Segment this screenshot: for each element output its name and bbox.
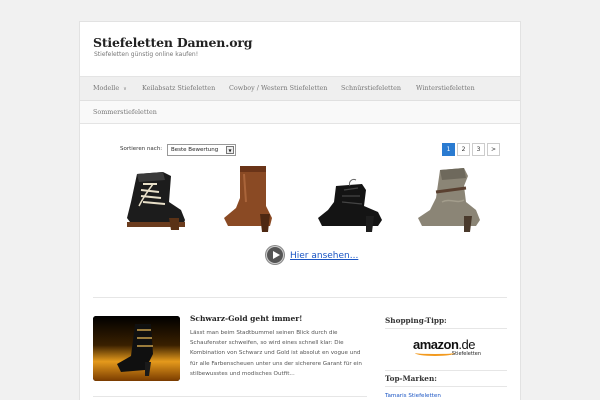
amazon-sublabel: Stiefeletten [451, 351, 481, 357]
site-title[interactable]: Stiefeletten Damen.org [93, 35, 252, 50]
site-description: Stiefeletten günstig online kaufen! [94, 51, 199, 58]
nav-item-modelle[interactable]: Modelle ∨ [93, 84, 127, 92]
post-title[interactable]: Schwarz-Gold geht immer! [190, 314, 302, 323]
brand-link-tamaris[interactable]: Tamaris Stiefeletten [385, 393, 441, 399]
product-image-grey-slouch-boot[interactable] [406, 162, 488, 234]
product-image-black-lace-up-boot[interactable] [113, 162, 195, 234]
amazon-tld: .de [458, 337, 475, 352]
page-button-next[interactable]: > [487, 143, 500, 156]
page-container: Stiefeletten Damen.org Stiefeletten güns… [79, 21, 521, 400]
nav-item-label: Modelle [93, 84, 120, 92]
sort-label: Sortieren nach: [120, 146, 163, 152]
post-divider [93, 396, 367, 397]
nav-item-keilabsatz[interactable]: Keilabsatz Stiefeletten [142, 84, 215, 92]
chevron-down-icon: ∨ [123, 86, 127, 92]
view-products-link[interactable]: Hier ansehen... [290, 251, 358, 261]
page-button-3[interactable]: 3 [472, 143, 485, 156]
nav-item-winter[interactable]: Winterstiefeletten [416, 84, 475, 92]
nav-item-sommer[interactable]: Sommerstiefeletten [93, 108, 157, 116]
product-image-brown-leather-boot[interactable] [210, 162, 292, 234]
post-excerpt: Lässt man beim Stadtbummel seinen Blick … [190, 330, 362, 377]
nav-item-schnuer[interactable]: Schnürstiefeletten [341, 84, 401, 92]
play-icon[interactable] [266, 246, 284, 264]
sort-select-value: Beste Bewertung [171, 147, 219, 153]
product-image-black-lace-ankle-boot[interactable] [308, 162, 390, 234]
page-button-1[interactable]: 1 [442, 143, 455, 156]
widget-divider [385, 328, 507, 329]
sort-select[interactable]: Beste Bewertung ▼ [167, 144, 236, 156]
top-brands-heading: Top-Marken: [385, 374, 437, 383]
widget-divider [385, 386, 507, 387]
amazon-logo[interactable]: amazon.de Stiefeletten [413, 337, 483, 363]
post-thumbnail[interactable] [93, 316, 180, 381]
dropdown-arrow-icon: ▼ [226, 146, 234, 154]
amazon-smile-icon [415, 350, 455, 356]
section-divider [93, 297, 507, 298]
page-button-2[interactable]: 2 [457, 143, 470, 156]
main-navigation: Modelle ∨ Keilabsatz Stiefeletten Cowboy … [80, 76, 520, 124]
nav-item-cowboy-western[interactable]: Cowboy / Western Stiefeletten [229, 84, 327, 92]
shopping-tip-heading: Shopping-Tipp: [385, 316, 447, 325]
widget-divider [385, 370, 507, 371]
